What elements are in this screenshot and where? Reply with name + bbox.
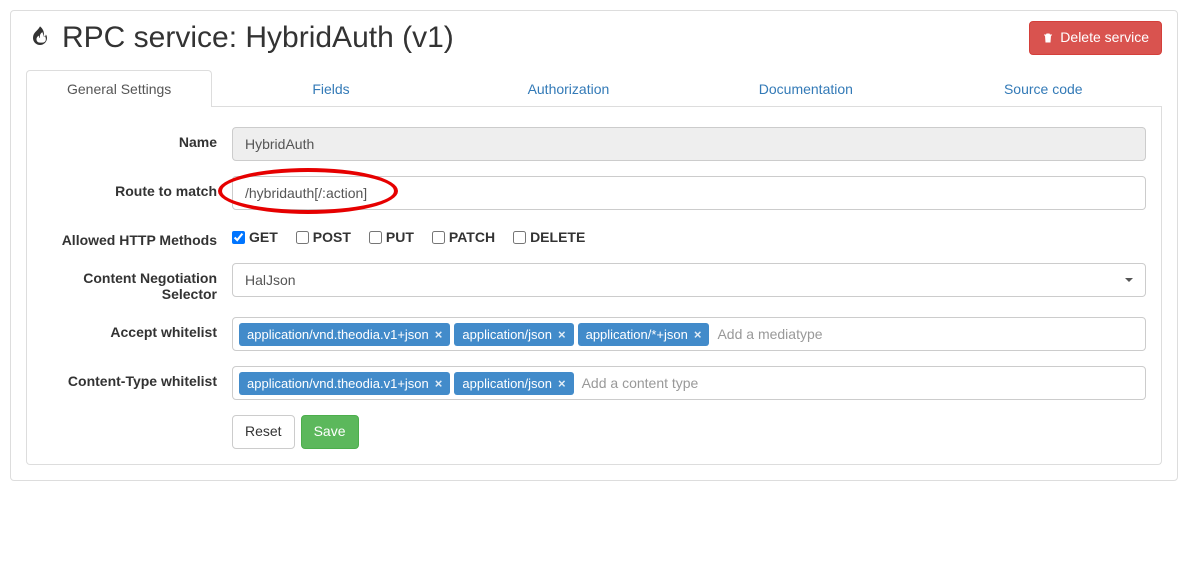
name-wrap [232, 127, 1146, 161]
checkbox-get[interactable] [232, 231, 245, 244]
delete-service-label: Delete service [1060, 28, 1149, 48]
page-title: RPC service: HybridAuth (v1) [26, 21, 454, 55]
label-methods: Allowed HTTP Methods [42, 225, 232, 248]
tabs: General Settings Fields Authorization Do… [26, 70, 1162, 107]
label-name: Name [42, 127, 232, 150]
accept-tag: application/json × [454, 323, 573, 346]
delete-service-button[interactable]: Delete service [1029, 21, 1162, 55]
tag-remove-icon[interactable]: × [558, 327, 566, 342]
tab-general-settings[interactable]: General Settings [26, 70, 212, 107]
accept-placeholder[interactable]: Add a mediatype [713, 324, 826, 344]
label-ct-whitelist: Content-Type whitelist [42, 366, 232, 389]
label-patch: PATCH [449, 229, 495, 245]
caret-down-icon [1125, 278, 1133, 282]
checkbox-put[interactable] [369, 231, 382, 244]
label-cn-selector: Content Negotiation Selector [42, 263, 232, 302]
form-actions: Reset Save [232, 415, 1146, 449]
ct-wrap: application/vnd.theodia.v1+json × applic… [232, 366, 1146, 400]
ct-tag: application/json × [454, 372, 573, 395]
method-patch[interactable]: PATCH [432, 229, 495, 245]
row-name: Name [42, 127, 1146, 161]
accept-tag: application/*+json × [578, 323, 710, 346]
tab-fields[interactable]: Fields [212, 70, 449, 107]
label-post: POST [313, 229, 351, 245]
method-delete[interactable]: DELETE [513, 229, 585, 245]
tag-text: application/*+json [586, 327, 688, 342]
row-ct-whitelist: Content-Type whitelist application/vnd.t… [42, 366, 1146, 400]
label-put: PUT [386, 229, 414, 245]
accept-tag: application/vnd.theodia.v1+json × [239, 323, 450, 346]
checkbox-patch[interactable] [432, 231, 445, 244]
tag-remove-icon[interactable]: × [435, 327, 443, 342]
tab-documentation[interactable]: Documentation [687, 70, 924, 107]
trash-icon [1042, 32, 1054, 44]
tag-text: application/vnd.theodia.v1+json [247, 327, 429, 342]
row-cn-selector: Content Negotiation Selector HalJson [42, 263, 1146, 302]
accept-wrap: application/vnd.theodia.v1+json × applic… [232, 317, 1146, 351]
cn-selector[interactable]: HalJson [232, 263, 1146, 297]
page-title-text: RPC service: HybridAuth (v1) [62, 21, 454, 55]
panel-header: RPC service: HybridAuth (v1) Delete serv… [11, 11, 1177, 55]
ct-tag-input[interactable]: application/vnd.theodia.v1+json × applic… [232, 366, 1146, 400]
method-post[interactable]: POST [296, 229, 351, 245]
methods-group: GET POST PUT PATCH [232, 225, 1146, 245]
label-accept-whitelist: Accept whitelist [42, 317, 232, 340]
cn-selector-wrap: HalJson [232, 263, 1146, 297]
tag-remove-icon[interactable]: × [435, 376, 443, 391]
method-get[interactable]: GET [232, 229, 278, 245]
reset-button[interactable]: Reset [232, 415, 295, 449]
tag-remove-icon[interactable]: × [558, 376, 566, 391]
label-get: GET [249, 229, 278, 245]
method-put[interactable]: PUT [369, 229, 414, 245]
label-route: Route to match [42, 176, 232, 199]
accept-tag-input[interactable]: application/vnd.theodia.v1+json × applic… [232, 317, 1146, 351]
row-methods: Allowed HTTP Methods GET POST PUT [42, 225, 1146, 248]
checkbox-post[interactable] [296, 231, 309, 244]
save-button[interactable]: Save [301, 415, 359, 449]
tab-authorization[interactable]: Authorization [450, 70, 687, 107]
ct-placeholder[interactable]: Add a content type [578, 373, 703, 393]
row-accept-whitelist: Accept whitelist application/vnd.theodia… [42, 317, 1146, 351]
tag-text: application/json [462, 376, 552, 391]
service-panel: RPC service: HybridAuth (v1) Delete serv… [10, 10, 1178, 481]
route-input[interactable] [232, 176, 1146, 210]
name-input [232, 127, 1146, 161]
panel-body: General Settings Fields Authorization Do… [11, 55, 1177, 480]
flame-icon [26, 24, 54, 52]
tag-text: application/vnd.theodia.v1+json [247, 376, 429, 391]
row-route: Route to match [42, 176, 1146, 210]
tab-content: Name Route to match Allowed HTTP Methods [26, 107, 1162, 465]
tag-remove-icon[interactable]: × [694, 327, 702, 342]
route-wrap [232, 176, 1146, 210]
tab-source-code[interactable]: Source code [925, 70, 1162, 107]
tag-text: application/json [462, 327, 552, 342]
label-delete: DELETE [530, 229, 585, 245]
cn-selector-value: HalJson [245, 272, 296, 288]
ct-tag: application/vnd.theodia.v1+json × [239, 372, 450, 395]
checkbox-delete[interactable] [513, 231, 526, 244]
